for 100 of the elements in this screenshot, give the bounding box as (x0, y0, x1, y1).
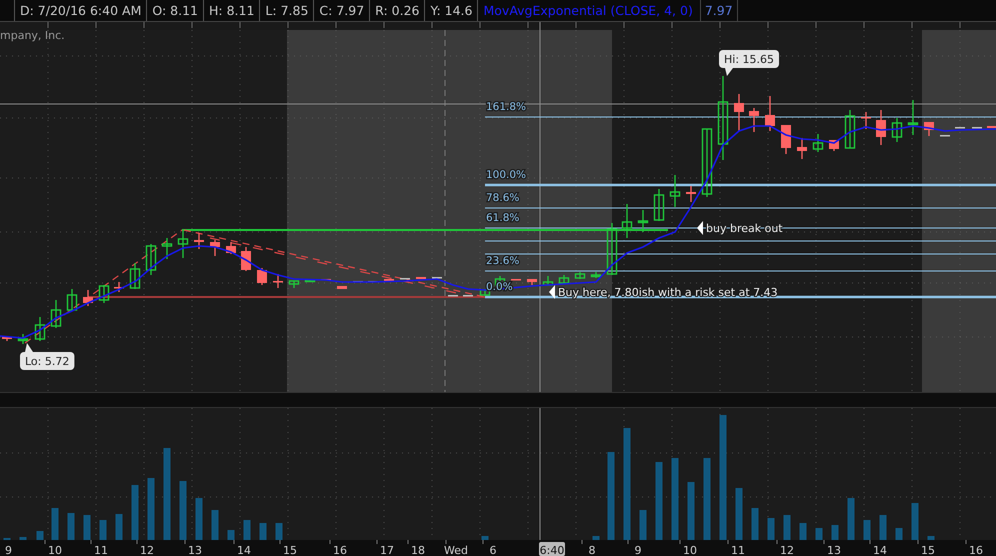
candlestick (210, 240, 220, 256)
time-axis-label: 10 (683, 544, 697, 556)
volume-bar (244, 520, 250, 540)
time-axis-label: 11 (731, 544, 745, 556)
candlestick (844, 110, 856, 149)
candlestick (542, 276, 554, 286)
candlestick (511, 279, 521, 280)
volume-bar (132, 485, 138, 540)
time-axis-label: 15 (283, 544, 297, 556)
volume-bar (212, 510, 218, 540)
quote-field: D: 7/20/16 6:40 AM (15, 0, 148, 21)
candlestick (590, 272, 602, 278)
fibonacci-level-label: 61.8% (486, 212, 520, 224)
candlestick (765, 96, 775, 131)
time-axis-label: 17 (380, 544, 394, 556)
time-axis-label: 11 (94, 544, 108, 556)
cursor-time-label: 6:40 (539, 542, 565, 556)
candlestick (924, 122, 934, 136)
candlestick (304, 279, 316, 282)
panel-splitter[interactable] (0, 392, 996, 408)
volume-bar (148, 478, 154, 540)
time-axis-label: 13 (827, 544, 841, 556)
volume-bar (848, 498, 854, 540)
candlestick (226, 242, 236, 254)
time-axis-label: Wed (444, 544, 468, 556)
study-value: 7.97 (700, 0, 738, 21)
callout-label: Lo: 5.72 (25, 355, 70, 368)
candlestick (606, 223, 618, 275)
candlestick (98, 285, 110, 303)
pointer-icon (549, 285, 555, 299)
candlestick (257, 268, 267, 285)
time-axis-label: 12 (780, 544, 794, 556)
candlestick (702, 128, 712, 197)
volume-bar (100, 520, 106, 540)
volume-bar (880, 515, 886, 540)
time-axis-label: 13 (188, 544, 202, 556)
candlestick (162, 238, 172, 259)
time-axis-label: 9 (634, 544, 642, 556)
quote-field: Y: 14.6 (425, 0, 478, 21)
candlestick (892, 118, 902, 142)
candlestick (527, 279, 537, 285)
candlestick (50, 300, 62, 328)
callout-bubble (719, 50, 780, 76)
volume-bar (736, 488, 742, 540)
candlestick (574, 272, 586, 279)
time-axis-label: 9 (5, 544, 12, 556)
candlestick (781, 125, 791, 154)
candlestick (654, 189, 664, 221)
candlestick (670, 175, 680, 207)
time-axis-label: 14 (873, 544, 887, 556)
volume-bar (84, 515, 90, 540)
volume-bar (116, 514, 122, 540)
candlestick (114, 282, 124, 292)
volume-bar (896, 528, 902, 540)
fibonacci-level-label: 23.6% (486, 255, 520, 267)
candlestick (638, 210, 648, 232)
candlestick (2, 336, 12, 341)
volume-bar (196, 498, 202, 540)
time-axis-label: 16 (969, 544, 983, 556)
volume-bar (52, 508, 58, 540)
fibonacci-level-label: 100.0% (486, 169, 526, 181)
volume-bar (688, 482, 694, 540)
volume-bar (800, 523, 806, 540)
callout-label: Hi: 15.65 (724, 53, 774, 66)
quote-field: R: 0.26 (370, 0, 426, 21)
fibonacci-level-label: 78.6% (486, 192, 520, 204)
time-axis-label: 14 (237, 544, 251, 556)
candlestick (876, 110, 886, 145)
candlestick (558, 275, 570, 284)
time-axis-label: 10 (48, 544, 62, 556)
candlestick (812, 134, 824, 152)
fibonacci-level-label: 161.8% (486, 101, 526, 113)
volume-bar (180, 481, 186, 540)
candlestick (18, 334, 28, 344)
quote-field: L: 7.85 (260, 0, 314, 21)
volume-bar (260, 523, 266, 540)
volume-bar (68, 513, 74, 540)
time-axis-label: 15 (921, 544, 935, 556)
candlestick (130, 263, 140, 289)
volume-bar (592, 536, 600, 540)
volume-bar (784, 515, 790, 540)
volume-bar (816, 528, 822, 540)
volume-bar (864, 520, 870, 540)
candlestick (480, 289, 490, 296)
volume-bar (752, 508, 758, 540)
chart-note: Buy here, 7.80ish with a risk set at 7.43 (558, 286, 778, 299)
time-axis-label: 8 (588, 544, 596, 556)
candlestick (83, 290, 93, 306)
candlestick (734, 94, 744, 131)
candlestick (194, 233, 204, 249)
candlestick (686, 186, 696, 202)
candlestick (66, 289, 78, 311)
candlestick (797, 138, 807, 159)
quote-field: O: 8.11 (147, 0, 204, 21)
callout-bubble (20, 343, 74, 370)
candlestick (34, 317, 46, 341)
volume-bar (228, 530, 234, 540)
candlestick (288, 280, 300, 288)
candlestick (146, 244, 156, 275)
time-axis-label: 18 (411, 544, 425, 556)
